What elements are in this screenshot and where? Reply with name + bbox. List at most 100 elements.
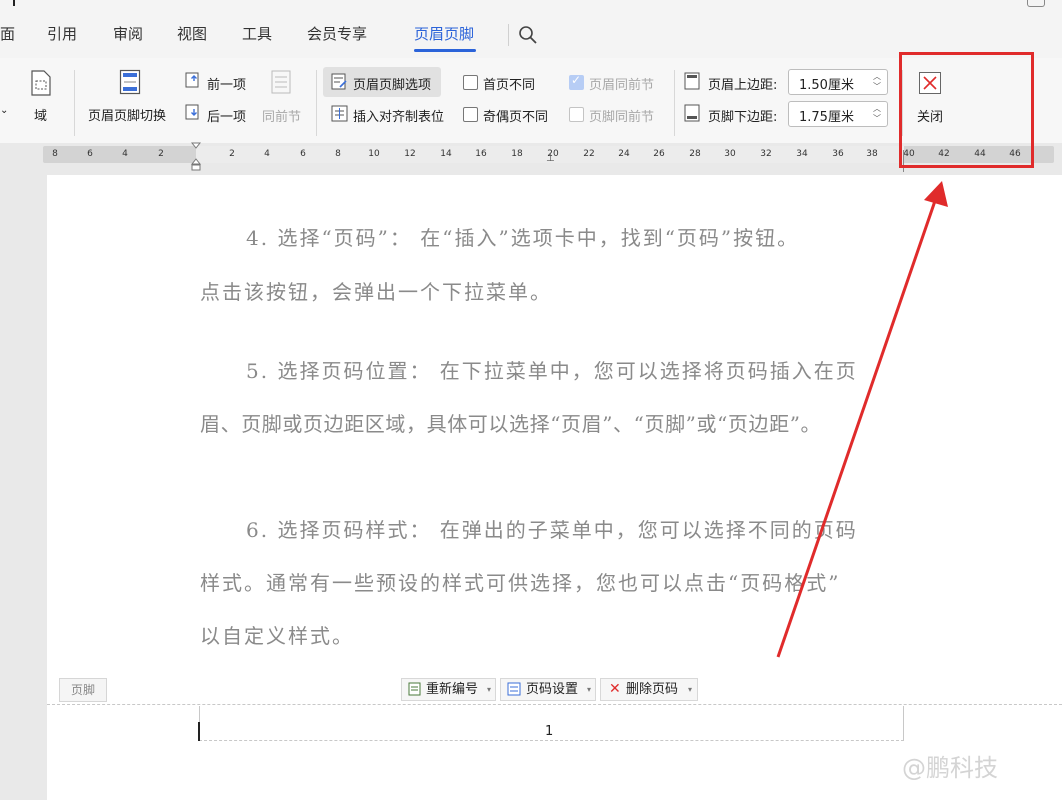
ribbon-separator (74, 70, 75, 136)
delete-page-number-button[interactable]: ✕ 删除页码 ▾ (600, 678, 698, 701)
footer-same-as-previous-label: 页脚同前节 (589, 110, 655, 125)
window-edge (13, 0, 15, 6)
ruler-tick-label: 8 (52, 149, 58, 159)
tab-stop-marker[interactable]: ⊥ (546, 153, 555, 164)
ribbon-separator (674, 70, 675, 136)
ribbon-tab-bar: 面 引用 审阅 视图 工具 会员专享 页眉页脚 (0, 0, 1062, 59)
next-item-icon[interactable] (185, 104, 203, 122)
tab-page-layout[interactable]: 面 (0, 23, 15, 44)
paragraph-line: 以自定义样式。 (200, 624, 354, 648)
tab-view[interactable]: 视图 (177, 23, 207, 44)
ruler-tick-label: 22 (583, 149, 595, 159)
footer-section-tag: 页脚 (59, 678, 107, 702)
ruler-tick-label: 6 (300, 149, 306, 159)
tab-member[interactable]: 会员专享 (307, 23, 367, 44)
delete-icon: ✕ (609, 681, 621, 697)
watermark: @鹏科技 (902, 754, 998, 782)
spin-down-icon[interactable]: ﹀ (873, 83, 881, 91)
ruler-tick-label: 28 (689, 149, 701, 159)
tab-tools[interactable]: 工具 (242, 23, 272, 44)
header-footer-switch-button[interactable]: 页眉页脚切换 (88, 105, 166, 124)
page-number: 1 (545, 724, 554, 739)
renumber-label: 重新编号 (426, 682, 479, 697)
header-same-as-previous-checkbox (569, 73, 584, 90)
first-page-different-label[interactable]: 首页不同 (483, 74, 535, 93)
dropdown-caret-icon: ▾ (487, 685, 492, 694)
paragraph-line: 样式。通常有一些预设的样式可供选择，您也可以点击“页码格式” (200, 571, 841, 595)
renumber-button[interactable]: 重新编号 ▾ (401, 678, 496, 701)
dropdown-caret-icon: ▾ (587, 685, 592, 694)
header-footer-options-button[interactable]: 页眉页脚选项 (353, 74, 431, 93)
previous-item-icon[interactable] (185, 72, 203, 90)
search-icon[interactable] (518, 25, 538, 45)
paragraph-line: 5. 选择页码位置： 在下拉菜单中，您可以选择将页码插入在页 (246, 359, 858, 383)
header-footer-options-icon[interactable] (331, 73, 348, 90)
header-same-as-previous-label: 页眉同前节 (589, 78, 655, 93)
paragraph-line: 4. 选择“页码”： 在“插入”选项卡中，找到“页码”按钮。 (246, 226, 800, 250)
active-tab-indicator (414, 49, 476, 52)
ribbon-separator (316, 70, 317, 136)
header-footer-switch-icon[interactable] (119, 69, 141, 95)
header-top-margin-value: 1.50厘米 (799, 78, 854, 93)
ruler-tick-label: 14 (440, 149, 452, 159)
paragraph-line: 眉、页脚或页边距区域，具体可以选择“页眉”、“页脚”或“页边距”。 (200, 412, 822, 436)
odd-even-different-label[interactable]: 奇偶页不同 (483, 106, 548, 125)
paragraph-line: 点击该按钮，会弹出一个下拉菜单。 (200, 280, 552, 304)
first-page-different-checkbox[interactable] (463, 75, 478, 90)
ruler-tick-label: 30 (724, 149, 736, 159)
ruler-tick-label: 10 (368, 149, 380, 159)
ruler-tick-label: 12 (404, 149, 416, 159)
footer-bottom-margin-label: 页脚下边距: (708, 110, 778, 125)
header-top-margin-icon (684, 72, 700, 90)
footer-boundary-line (47, 704, 1062, 705)
spin-down-icon[interactable]: ﹀ (873, 115, 881, 123)
same-as-previous-button: 同前节 (262, 110, 302, 125)
ruler-tick-label: 26 (653, 149, 665, 159)
renumber-icon (408, 682, 421, 696)
footer-bottom-margin-icon (684, 104, 700, 122)
page-number-settings-label: 页码设置 (526, 682, 579, 697)
dropdown-caret-icon: ▾ (688, 685, 693, 694)
tab-header-footer[interactable]: 页眉页脚 (414, 23, 474, 44)
insert-tab-stop-icon[interactable] (331, 105, 348, 122)
ruler-tick-label: 6 (87, 149, 93, 159)
indent-marker-icon[interactable] (191, 142, 201, 172)
footer-bottom-margin-input[interactable]: 1.75厘米 ︿ ﹀ (788, 101, 888, 127)
tab-review[interactable]: 审阅 (113, 23, 143, 44)
annotation-highlight-box (899, 52, 1034, 168)
page-number-settings-button[interactable]: 页码设置 ▾ (500, 678, 596, 701)
spin-up-icon[interactable]: ︿ (873, 105, 881, 113)
ruler-tick-label: 32 (760, 149, 772, 159)
ruler-tick-label: 38 (866, 149, 878, 159)
scroll-left-icon[interactable]: ⌄ (0, 105, 8, 116)
ruler-tick-label: 2 (229, 149, 235, 159)
same-as-previous-icon (271, 70, 291, 94)
insert-tab-stop-button[interactable]: 插入对齐制表位 (353, 106, 444, 125)
ruler-tick-label: 8 (335, 149, 341, 159)
header-top-margin-input[interactable]: 1.50厘米 ︿ ﹀ (788, 69, 888, 95)
field-icon[interactable] (30, 70, 52, 96)
footer-same-as-previous-checkbox (569, 107, 584, 122)
paragraph-line: 6. 选择页码样式： 在弹出的子菜单中，您可以选择不同的页码 (246, 518, 858, 542)
ruler-tick-label: 34 (796, 149, 808, 159)
ruler-tick-label: 16 (475, 149, 487, 159)
tab-divider (508, 24, 509, 46)
ruler-tick-label: 18 (511, 149, 523, 159)
ruler-tick-label: 24 (618, 149, 630, 159)
ruler-tick-label: 4 (264, 149, 270, 159)
text-cursor (198, 722, 200, 741)
previous-item-button[interactable]: 前一项 (207, 74, 246, 93)
ruler-tick-label: 2 (158, 149, 164, 159)
next-item-button[interactable]: 后一项 (207, 106, 246, 125)
ruler-tick-label: 4 (122, 149, 128, 159)
spin-up-icon[interactable]: ︿ (873, 73, 881, 81)
delete-page-number-label: 删除页码 (626, 682, 679, 697)
header-top-margin-label: 页眉上边距: (708, 78, 778, 93)
footer-bottom-margin-value: 1.75厘米 (799, 110, 854, 125)
tab-references[interactable]: 引用 (47, 23, 77, 44)
odd-even-different-checkbox[interactable] (463, 107, 478, 122)
field-button[interactable]: 域 (34, 105, 47, 124)
page-settings-icon (507, 682, 521, 696)
restore-window-icon[interactable] (1027, 0, 1045, 7)
ruler-tick-label: 36 (832, 149, 844, 159)
